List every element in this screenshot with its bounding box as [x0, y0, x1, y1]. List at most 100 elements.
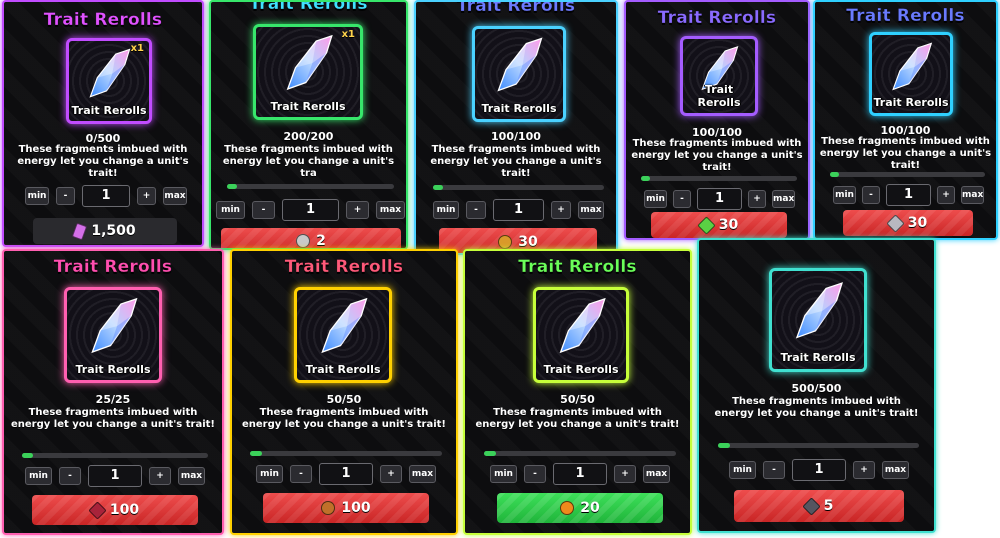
quantity-input[interactable]: 1 — [282, 199, 339, 221]
quantity-stepper: min -1 + max — [833, 184, 984, 206]
buy-button[interactable]: 30 — [843, 210, 973, 236]
item-name-label: Trait Rerolls — [481, 101, 557, 115]
crystal-icon — [286, 35, 333, 91]
buy-button[interactable]: 2 — [221, 228, 401, 248]
stock-count: 50/50 — [560, 393, 595, 406]
item-icon-frame: Trait Rerolls — [472, 26, 566, 122]
quantity-input[interactable]: 1 — [697, 188, 742, 210]
min-button[interactable]: min — [433, 201, 459, 219]
increment-button[interactable]: + — [346, 201, 369, 219]
price-label: 20 — [580, 500, 600, 516]
item-icon-frame: Trait Rerolls — [294, 287, 392, 383]
quantity-input[interactable]: 1 — [82, 185, 130, 207]
item-description: These fragments imbued with energy let y… — [714, 396, 919, 419]
item-name-label: Trait Rerolls — [270, 99, 346, 113]
progress-fill — [250, 451, 262, 456]
decrement-button[interactable]: - — [290, 465, 312, 483]
fragment-icon — [72, 222, 88, 240]
decrement-button[interactable]: - — [59, 467, 81, 485]
quantity-input[interactable]: 1 — [493, 199, 544, 221]
decrement-button[interactable]: - — [466, 201, 486, 219]
decrement-button[interactable]: - — [763, 461, 785, 479]
item-icon-frame: Trait Rerolls — [533, 287, 629, 383]
item-description: These fragments imbued with energy let y… — [430, 144, 602, 179]
increment-button[interactable]: + — [614, 465, 636, 483]
progress-bar — [641, 176, 797, 181]
min-button[interactable]: min — [644, 190, 667, 208]
progress-bar — [433, 185, 604, 190]
item-description: These fragments imbued with energy let y… — [242, 407, 446, 430]
crystal-icon — [892, 42, 933, 91]
increment-button[interactable]: + — [937, 186, 955, 204]
max-button[interactable]: max — [163, 187, 187, 205]
price-label: 30 — [907, 215, 928, 231]
increment-button[interactable]: + — [149, 467, 171, 485]
price-label: 100 — [341, 500, 371, 516]
max-button[interactable]: max — [178, 467, 205, 485]
crystal-icon — [497, 37, 543, 92]
decrement-button[interactable]: - — [862, 186, 880, 204]
red-gem-icon — [88, 500, 107, 520]
price-label: 30 — [518, 234, 538, 250]
progress-bar — [250, 451, 442, 456]
buy-button[interactable]: 30 — [651, 212, 787, 238]
gold-coin-icon — [498, 235, 513, 249]
quantity-input[interactable]: 1 — [553, 463, 607, 485]
buy-button[interactable]: 5 — [734, 490, 904, 522]
increment-button[interactable]: + — [853, 461, 875, 479]
item-description: These fragments imbued with energy let y… — [11, 407, 215, 430]
decrement-button[interactable]: - — [252, 201, 275, 219]
max-button[interactable]: max — [643, 465, 670, 483]
quantity-stepper: min -1 + max — [256, 463, 436, 485]
silver-coin-icon — [296, 234, 311, 248]
max-button[interactable]: max — [961, 186, 984, 204]
buy-button[interactable]: 1,500 — [33, 218, 177, 244]
increment-button[interactable]: + — [748, 190, 766, 208]
item-icon-frame: x1 Trait Rerolls — [66, 38, 152, 124]
card-title: Trait Rerolls — [846, 6, 965, 26]
min-button[interactable]: min — [25, 187, 49, 205]
increment-button[interactable]: + — [137, 187, 156, 205]
crystal-icon — [795, 281, 843, 339]
decrement-button[interactable]: - — [56, 187, 75, 205]
max-button[interactable]: max — [376, 201, 405, 219]
increment-button[interactable]: + — [380, 465, 402, 483]
quantity-input[interactable]: 1 — [319, 463, 373, 485]
decrement-button[interactable]: - — [524, 465, 546, 483]
min-button[interactable]: min — [25, 467, 52, 485]
max-button[interactable]: max — [578, 201, 604, 219]
min-button[interactable]: min — [490, 465, 517, 483]
item-description: These fragments imbued with energy let y… — [475, 407, 680, 430]
green-gem-icon — [697, 215, 716, 235]
decrement-button[interactable]: - — [673, 190, 691, 208]
crystal-icon — [91, 298, 138, 354]
shop-card: Trait Rerolls Trait Rerolls 100/100 These f… — [624, 0, 810, 240]
quantity-stepper: min -1 + max — [216, 199, 406, 221]
quantity-stepper: min -1 + max — [433, 199, 604, 221]
buy-button[interactable]: 100 — [263, 493, 429, 523]
item-description: These fragments imbued with energy let y… — [222, 144, 395, 179]
max-button[interactable]: max — [409, 465, 436, 483]
item-icon-frame: x1 Trait Rerolls — [253, 24, 363, 120]
min-button[interactable]: min — [729, 461, 756, 479]
quantity-stepper: min -1 + max — [25, 465, 205, 487]
quantity-stepper: min -1 + max — [490, 463, 670, 485]
price-label: 1,500 — [91, 223, 136, 239]
buy-button[interactable]: 20 — [497, 493, 663, 523]
item-icon-frame: Trait Rerolls — [680, 36, 758, 116]
min-button[interactable]: min — [833, 186, 856, 204]
quantity-input[interactable]: 1 — [886, 184, 931, 206]
buy-button[interactable]: 100 — [32, 495, 198, 525]
progress-bar — [484, 451, 676, 456]
crystal-icon — [321, 298, 368, 354]
increment-button[interactable]: + — [551, 201, 571, 219]
stock-count: 100/100 — [491, 130, 541, 143]
max-button[interactable]: max — [772, 190, 795, 208]
quantity-input[interactable]: 1 — [88, 465, 142, 487]
min-button[interactable]: min — [216, 201, 245, 219]
item-description: These fragments imbued with energy let y… — [631, 138, 803, 173]
min-button[interactable]: min — [256, 465, 283, 483]
max-button[interactable]: max — [882, 461, 909, 479]
item-description: These fragments imbued with energy let y… — [819, 136, 992, 171]
quantity-input[interactable]: 1 — [792, 459, 846, 481]
